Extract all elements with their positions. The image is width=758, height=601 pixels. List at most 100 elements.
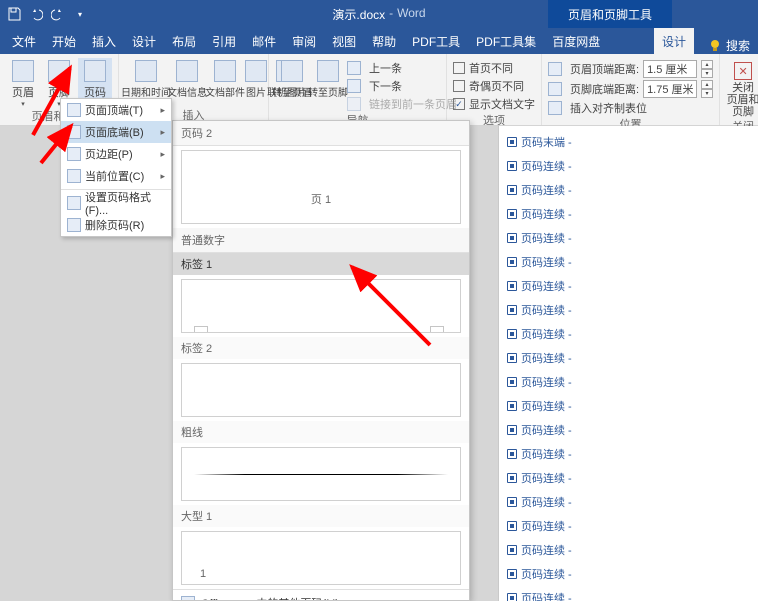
tab-layout[interactable]: 布局: [164, 28, 204, 54]
gallery-item-thickline[interactable]: [181, 447, 461, 501]
goto-header-icon: [281, 60, 303, 82]
checkbox-checked-icon: ✓: [453, 98, 465, 110]
page-continue-item[interactable]: 页码连续 -: [505, 226, 752, 250]
qat-dropdown-icon[interactable]: ▾: [72, 6, 88, 22]
tab-pdftoolset[interactable]: PDF工具集: [468, 28, 544, 54]
tab-review[interactable]: 审阅: [284, 28, 324, 54]
tab-home[interactable]: 开始: [44, 28, 84, 54]
page-continue-item[interactable]: 页码连续 -: [505, 586, 752, 601]
gallery-preview-item[interactable]: 页 1: [181, 150, 461, 224]
datetime-button[interactable]: 日期和时间: [125, 58, 167, 99]
tab-help[interactable]: 帮助: [364, 28, 404, 54]
page-continue-item[interactable]: 页码连续 -: [505, 490, 752, 514]
anchor-icon: [507, 305, 517, 315]
page-continue-item[interactable]: 页码连续 -: [505, 322, 752, 346]
quickparts-icon: [214, 60, 236, 82]
anchor-icon: [507, 569, 517, 579]
redo-icon[interactable]: [50, 6, 66, 22]
docinfo-button[interactable]: 文档信息: [169, 58, 205, 99]
anchor-icon: [507, 593, 517, 601]
tab-pdftool[interactable]: PDF工具: [404, 28, 468, 54]
anchor-icon: [507, 497, 517, 507]
tab-references[interactable]: 引用: [204, 28, 244, 54]
header-top-distance[interactable]: 页眉顶端距离: 1.5 厘米 ▴▾: [548, 60, 713, 78]
tab-baidu[interactable]: 百度网盘: [544, 28, 608, 54]
anchor-icon: [507, 449, 517, 459]
group-navigation: 转至页眉 转至页脚 上一条 下一条 链接到前一条页眉 导航: [269, 54, 447, 125]
tab-file[interactable]: 文件: [4, 28, 44, 54]
next-section-button[interactable]: 下一条: [347, 78, 457, 94]
tab-design[interactable]: 设计: [124, 28, 164, 54]
page-continue-item[interactable]: 页码连续 -: [505, 346, 752, 370]
link-previous-button[interactable]: 链接到前一条页眉: [347, 96, 457, 112]
anchor-icon: [507, 329, 517, 339]
insert-align-tab-button[interactable]: 插入对齐制表位: [548, 100, 713, 116]
anchor-icon: [507, 137, 517, 147]
page-continue-item[interactable]: 页码连续 -: [505, 418, 752, 442]
notch-icon: [194, 326, 208, 332]
page-continue-item[interactable]: 页码连续 -: [505, 250, 752, 274]
page-list-panel: 页码末端 - 页码连续 -页码连续 -页码连续 -页码连续 -页码连续 -页码连…: [498, 126, 758, 601]
page-continue-item[interactable]: 页码连续 -: [505, 178, 752, 202]
gallery-item-label2[interactable]: [181, 363, 461, 417]
tab-mailings[interactable]: 邮件: [244, 28, 284, 54]
page-continue-item[interactable]: 页码连续 -: [505, 466, 752, 490]
window-title: 演示.docx - Word: [332, 6, 425, 23]
pictures-button[interactable]: 图片: [245, 58, 267, 99]
anchor-icon: [507, 209, 517, 219]
anchor-icon: [507, 185, 517, 195]
gallery-section-plain: 普通数字: [173, 228, 469, 253]
menu-remove-page-numbers[interactable]: 删除页码(R): [61, 214, 171, 236]
close-header-footer-button[interactable]: ✕ 关闭页眉和页脚: [726, 58, 758, 118]
undo-icon[interactable]: [28, 6, 44, 22]
anchor-icon: [507, 545, 517, 555]
gallery-large1: 大型 1: [173, 505, 469, 527]
prev-section-button[interactable]: 上一条: [347, 60, 457, 76]
menu-format-page-numbers[interactable]: 设置页码格式(F)...: [61, 192, 171, 214]
gallery-more-office[interactable]: Office.com 中的其他页码(M)▸: [173, 590, 469, 601]
gallery-item-large1[interactable]: 1: [181, 531, 461, 585]
spinner-buttons[interactable]: ▴▾: [701, 60, 713, 78]
tell-me-search[interactable]: 搜索: [700, 37, 758, 54]
page-continue-item[interactable]: 页码连续 -: [505, 202, 752, 226]
page-continue-item[interactable]: 页码连续 -: [505, 370, 752, 394]
spinner-buttons[interactable]: ▴▾: [701, 80, 713, 98]
page-continue-item[interactable]: 页码连续 -: [505, 538, 752, 562]
page-end-item[interactable]: 页码末端 -: [505, 130, 752, 154]
contextual-tool-label: 页眉和页脚工具: [548, 0, 672, 28]
page-continue-item[interactable]: 页码连续 -: [505, 394, 752, 418]
anchor-icon: [507, 233, 517, 243]
office-icon: [181, 596, 195, 601]
page-continue-item[interactable]: 页码连续 -: [505, 274, 752, 298]
page-continue-item[interactable]: 页码连续 -: [505, 562, 752, 586]
show-doc-text-checkbox[interactable]: ✓显示文档文字: [453, 96, 535, 112]
gallery-section-header: 页码 2: [173, 121, 469, 146]
quickparts-button[interactable]: 文档部件: [207, 58, 243, 99]
goto-footer-button[interactable]: 转至页脚: [311, 58, 345, 112]
align-tab-icon: [548, 101, 562, 115]
tab-insert[interactable]: 插入: [84, 28, 124, 54]
odd-even-diff-checkbox[interactable]: 奇偶页不同: [453, 78, 535, 94]
header-top-input[interactable]: 1.5 厘米: [643, 60, 697, 78]
page-continue-item[interactable]: 页码连续 -: [505, 514, 752, 538]
calendar-icon: [135, 60, 157, 82]
footer-bottom-distance[interactable]: 页脚底端距离: 1.75 厘米 ▴▾: [548, 80, 713, 98]
tab-context-design[interactable]: 设计: [654, 28, 694, 54]
link-icon: [347, 97, 361, 111]
tab-view[interactable]: 视图: [324, 28, 364, 54]
goto-footer-icon: [317, 60, 339, 82]
app-name: Word: [397, 6, 425, 23]
save-icon[interactable]: [6, 6, 22, 22]
first-page-diff-checkbox[interactable]: 首页不同: [453, 60, 535, 76]
chevron-right-icon: ▸: [456, 598, 461, 601]
anchor-icon: [507, 521, 517, 531]
page-number-gallery: 页码 2 页 1 普通数字 标签 1 标签 2 粗线 大型 1 1 Office…: [172, 120, 470, 601]
annotation-arrow-2: [36, 118, 86, 171]
footer-bottom-input[interactable]: 1.75 厘米: [643, 80, 697, 98]
page-continue-item[interactable]: 页码连续 -: [505, 154, 752, 178]
anchor-icon: [507, 353, 517, 363]
goto-header-button[interactable]: 转至页眉: [275, 58, 309, 112]
current-pos-icon: [67, 169, 81, 183]
page-continue-item[interactable]: 页码连续 -: [505, 298, 752, 322]
page-continue-item[interactable]: 页码连续 -: [505, 442, 752, 466]
